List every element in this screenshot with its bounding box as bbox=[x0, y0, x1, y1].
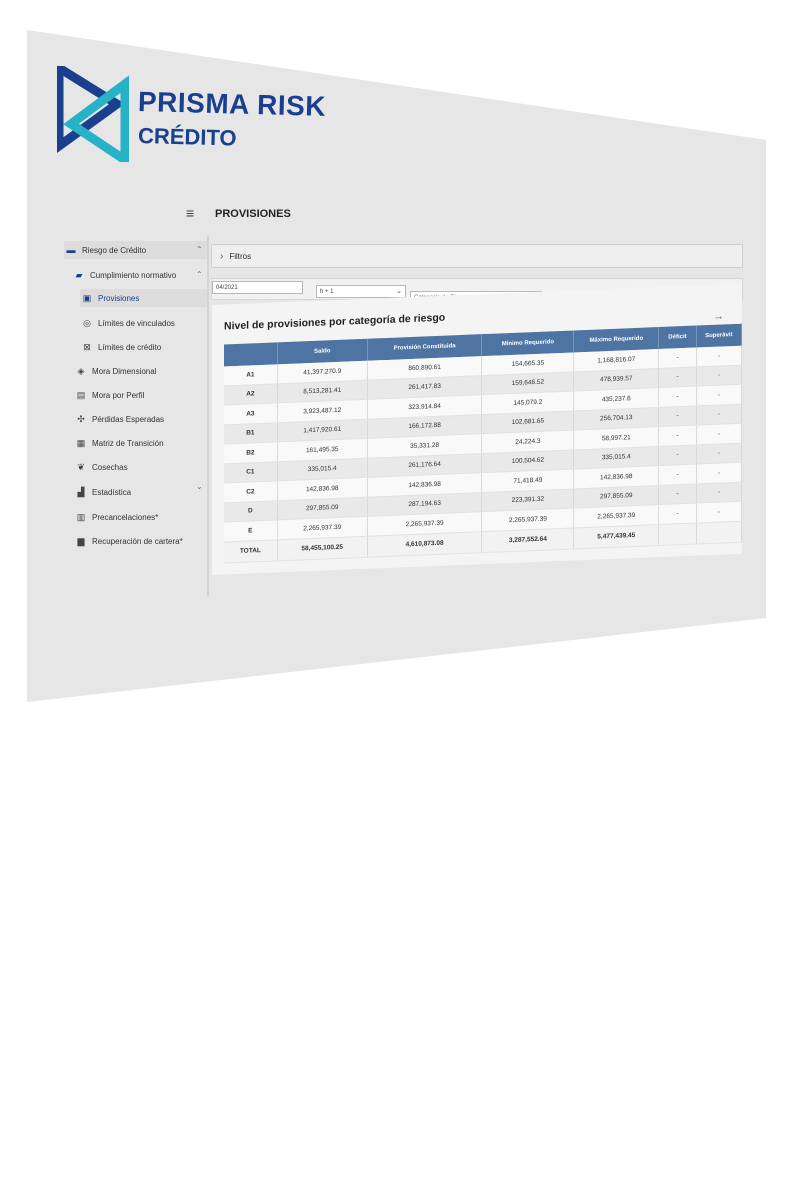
brand-name: PRISMA RISK bbox=[137, 86, 327, 122]
sidebar-item-label: Límites de crédito bbox=[98, 342, 162, 352]
sidebar-item-matriz-transicion[interactable]: ▦ Matriz de Transición bbox=[74, 435, 164, 451]
cell-superavit: - bbox=[696, 442, 742, 465]
row-category: E bbox=[224, 519, 278, 542]
row-category: C2 bbox=[224, 480, 278, 503]
link-eye-icon: ◎ bbox=[83, 317, 91, 328]
sidebar-item-riesgo-credito[interactable]: ▬ Riesgo de Crédito bbox=[64, 241, 208, 259]
total-superavit bbox=[696, 520, 742, 544]
matrix-icon: ▦ bbox=[76, 437, 86, 448]
sidebar-item-label: Límites de vinculados bbox=[98, 318, 175, 328]
row-category: A3 bbox=[224, 402, 278, 425]
row-category: B2 bbox=[224, 441, 278, 464]
cell-deficit: - bbox=[658, 366, 697, 388]
export-arrow-icon[interactable]: → bbox=[713, 310, 724, 322]
sidebar-item-estadistica[interactable]: ▟ Estadística bbox=[74, 484, 132, 500]
sidebar-item-mora-dimensional[interactable]: ◈ Mora Dimensional bbox=[74, 363, 157, 379]
sidebar-item-mora-perfil[interactable]: ▤ Mora por Perfil bbox=[74, 387, 145, 403]
total-label: TOTAL bbox=[224, 539, 278, 563]
total-provision: 4,610,873.08 bbox=[367, 531, 482, 557]
profile-doc-icon: ▤ bbox=[76, 389, 86, 400]
cell-superavit: - bbox=[696, 423, 742, 445]
cell-deficit: - bbox=[658, 425, 697, 447]
sidebar-item-perdidas-esperadas[interactable]: ✣ Pérdidas Esperadas bbox=[74, 411, 164, 427]
cell-deficit: - bbox=[658, 503, 697, 525]
cell-deficit: - bbox=[658, 483, 697, 505]
cell-deficit: - bbox=[658, 386, 697, 408]
sidebar-item-label: Mora Dimensional bbox=[92, 366, 157, 376]
cell-deficit: - bbox=[658, 444, 697, 466]
sidebar-item-label: Cumplimiento normativo bbox=[90, 270, 177, 280]
cell-deficit: - bbox=[658, 464, 697, 486]
cell-superavit: - bbox=[696, 345, 742, 367]
total-minimo: 3,287,552.64 bbox=[481, 527, 574, 553]
loss-icon: ✣ bbox=[77, 413, 85, 424]
folder-icon: ▆ bbox=[77, 535, 85, 546]
provisions-table: Saldo Provisión Constituida Mínimo Reque… bbox=[224, 323, 742, 563]
sidebar-item-limites-credito[interactable]: ⊠ Límites de crédito bbox=[80, 339, 161, 355]
cell-superavit: - bbox=[696, 403, 742, 426]
report-title: Nivel de provisiones por categoría de ri… bbox=[224, 311, 446, 333]
total-deficit bbox=[658, 522, 697, 546]
row-category: A2 bbox=[224, 383, 278, 406]
calendar-icon: ▥ bbox=[76, 511, 86, 522]
page-title: PROVISIONES bbox=[215, 208, 291, 220]
brand-subtitle: CRÉDITO bbox=[137, 123, 237, 151]
sidebar-item-provisiones[interactable]: ▣ Provisiones bbox=[80, 289, 208, 307]
sidebar-item-limites-vinculados[interactable]: ◎ Límites de vinculados bbox=[80, 315, 175, 331]
column-header-category bbox=[224, 342, 278, 367]
sidebar-item-label: Estadística bbox=[92, 487, 132, 497]
period-input[interactable]: 04/2021 bbox=[212, 281, 303, 294]
stats-icon: ▟ bbox=[77, 486, 85, 497]
filters-label: Filtros bbox=[229, 251, 252, 261]
credit-card-icon: ▬ bbox=[66, 245, 76, 255]
sidebar-item-label: Pérdidas Esperadas bbox=[92, 414, 165, 424]
provisions-report-card: Nivel de provisiones por categoría de ri… bbox=[212, 283, 742, 575]
sidebar-item-label: Recuperación de cartera* bbox=[92, 536, 183, 546]
sidebar-item-label: Mora por Perfil bbox=[92, 390, 145, 400]
chevron-up-icon[interactable]: ⌃ bbox=[196, 270, 203, 279]
period-value: 04/2021 bbox=[216, 284, 238, 291]
hamburger-icon[interactable]: ≡ bbox=[186, 205, 194, 221]
sidebar-item-cumplimiento[interactable]: ▰ Cumplimiento normativo bbox=[72, 267, 177, 283]
chevron-down-icon: ⌄ bbox=[396, 288, 402, 295]
filters-toggle[interactable]: › Filtros bbox=[211, 244, 743, 268]
sidebar-item-precancelaciones[interactable]: ▥ Precancelaciones* bbox=[74, 509, 159, 525]
sidebar-item-label: Cosechas bbox=[92, 462, 128, 472]
horizon-value: h + 1 bbox=[320, 288, 334, 295]
row-category: C1 bbox=[224, 461, 278, 484]
row-category: B1 bbox=[224, 422, 278, 445]
total-maximo: 5,477,439.45 bbox=[573, 524, 659, 549]
credit-limit-icon: ⊠ bbox=[83, 341, 91, 352]
sidebar-item-cosechas[interactable]: ❦ Cosechas bbox=[74, 459, 128, 475]
sidebar-item-label: Precancelaciones* bbox=[92, 512, 159, 522]
sidebar-item-label: Matriz de Transición bbox=[92, 438, 164, 448]
cell-superavit: - bbox=[696, 364, 742, 387]
chevron-right-icon: › bbox=[220, 250, 224, 262]
chevron-down-icon[interactable]: ⌄ bbox=[196, 482, 203, 491]
cube-icon: ◈ bbox=[77, 365, 85, 376]
chevron-up-icon[interactable]: ⌃ bbox=[196, 245, 203, 254]
sidebar-item-recuperacion-cartera[interactable]: ▆ Recuperación de cartera* bbox=[74, 533, 183, 549]
horizon-select[interactable]: h + 1 ⌄ bbox=[316, 285, 406, 298]
prisma-logo-icon bbox=[57, 66, 129, 162]
cell-superavit: - bbox=[696, 462, 742, 484]
sidebar-item-label: Provisiones bbox=[98, 293, 140, 303]
cell-superavit: - bbox=[696, 501, 742, 523]
provisions-icon: ▣ bbox=[82, 292, 92, 303]
book-icon: ▰ bbox=[75, 269, 83, 280]
column-header-superavit: Superávit bbox=[696, 323, 742, 348]
cell-superavit: - bbox=[696, 384, 742, 406]
row-category: D bbox=[224, 500, 278, 523]
cell-deficit: - bbox=[658, 347, 697, 369]
column-header-deficit: Déficit bbox=[658, 325, 697, 350]
sidebar-item-label: Riesgo de Crédito bbox=[82, 245, 147, 255]
row-category: A1 bbox=[224, 364, 278, 386]
cell-superavit: - bbox=[696, 481, 742, 504]
harvest-icon: ❦ bbox=[77, 461, 85, 472]
total-saldo: 58,455,100.25 bbox=[277, 535, 368, 561]
cell-deficit: - bbox=[658, 405, 697, 427]
